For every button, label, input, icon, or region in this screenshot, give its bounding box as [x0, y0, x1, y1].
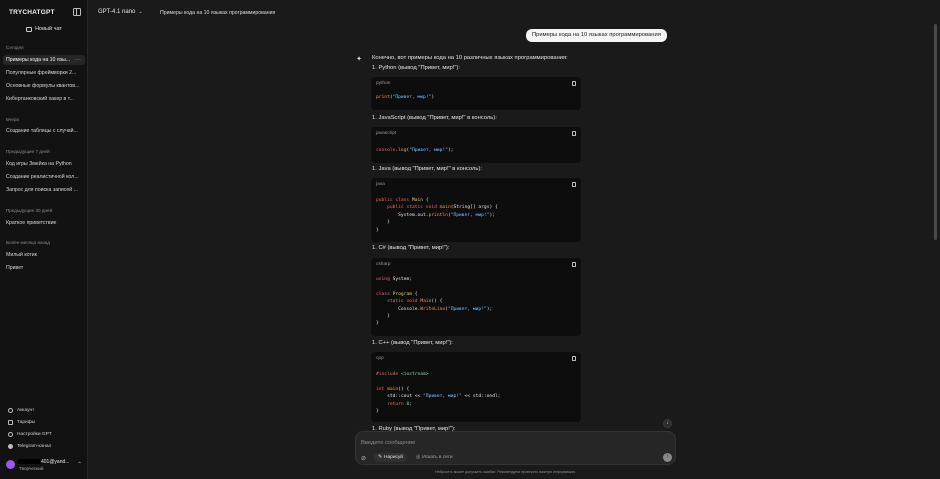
sidebar-item-chat[interactable]: Краткое приветствие: [3, 218, 85, 228]
code-lang-label: java: [371, 178, 581, 191]
sidebar-item-chat[interactable]: Создание реалистичной кол...: [3, 172, 85, 182]
assistant-intro: Конечно, вот примеры кода на 10 различны…: [372, 55, 568, 61]
new-chat-label: Новый чат: [35, 26, 62, 32]
avatar: [6, 460, 15, 469]
model-label: GPT-4.1 nano: [98, 9, 136, 15]
section-title-today: Сегодня: [6, 45, 24, 50]
account-label: Аккаунт: [17, 407, 35, 413]
topbar: GPT-4.1 nano ⌄ Примеры кода на 10 языках …: [88, 0, 940, 26]
code-lang-label: csharp: [371, 258, 581, 271]
sidebar-item-chat[interactable]: Код игры Змейка на Python: [3, 159, 85, 169]
copy-icon[interactable]: [572, 131, 576, 136]
scroll-down-button[interactable]: ↓: [663, 419, 672, 428]
draw-button[interactable]: ✎ Нарисуй: [374, 453, 407, 462]
user-icon: [8, 407, 13, 413]
code-content: console.log("Привет, мир!");: [376, 148, 454, 153]
code-lang-label: python: [371, 77, 581, 90]
sidebar-item-chat[interactable]: Примеры кода на 10 язы... ···: [3, 55, 85, 65]
sidebar: TRYCHATGPT Новый чат Сегодня Примеры код…: [0, 0, 88, 479]
section-heading: 1. C++ (вывод "Привет, мир!"):: [372, 340, 453, 346]
gear-icon: [8, 431, 13, 437]
web-search-button[interactable]: ◎ Искать в сети: [413, 453, 456, 462]
telegram-link[interactable]: Telegram-канал: [8, 442, 51, 450]
message-composer: ⊘ ✎ Нарисуй ◎ Искать в сети ↑: [355, 431, 676, 465]
gpt-settings-link[interactable]: Настройки GPT: [8, 430, 52, 438]
telegram-label: Telegram-канал: [17, 443, 52, 449]
copy-icon[interactable]: [572, 356, 576, 361]
brush-icon: ✎: [378, 455, 383, 460]
section-title-7days: Предыдущие 7 дней: [6, 149, 50, 154]
send-button[interactable]: ↑: [663, 453, 672, 462]
chevron-updown-icon: ⌃: [77, 462, 83, 468]
code-lang-label: cpp: [371, 352, 581, 365]
code-block: cpp #include <iostream> int main() { std…: [371, 352, 581, 422]
code-content: print("Привет, мир!"): [376, 95, 435, 100]
section-heading: 1. Python (вывод "Привет, мир!"):: [372, 65, 461, 71]
code-content: using System; class Program { static voi…: [376, 277, 493, 327]
new-chat-button[interactable]: Новый чат: [6, 23, 82, 35]
sidebar-item-chat[interactable]: Популярные фреймворки 2...: [3, 68, 85, 78]
user-message: Примеры кода на 10 языках программирован…: [526, 29, 667, 42]
card-icon: [8, 419, 13, 425]
chat-title: Примеры кода на 10 языках программирован…: [160, 10, 276, 16]
section-heading: 1. C# (вывод "Привет, мир!"):: [372, 245, 450, 251]
sidebar-item-chat[interactable]: Запрос для поиска записей ...: [3, 185, 85, 195]
web-search-label: Искать в сети: [422, 455, 453, 460]
brand-logo: TRYCHATGPT: [9, 9, 55, 16]
sidebar-item-label: Примеры кода на 10 язы...: [6, 57, 71, 63]
chat-icon: [26, 26, 33, 32]
account-link[interactable]: Аккаунт: [8, 406, 34, 414]
scrollbar[interactable]: [934, 24, 937, 240]
user-plan: Творческий: [19, 466, 44, 471]
user-email: 401@yand...: [18, 459, 69, 465]
code-block: csharp using System; class Program { sta…: [371, 258, 581, 336]
paperclip-icon[interactable]: ⊘: [361, 455, 366, 462]
section-title-30days: Предыдущие 30 дней: [6, 208, 53, 213]
sidebar-item-chat[interactable]: Основные формулы квантов...: [3, 81, 85, 91]
gpt-settings-label: Настройки GPT: [17, 431, 52, 437]
code-content: public class Main { public static void m…: [376, 198, 498, 233]
section-heading: 1. JavaScript (вывод "Привет, мир!" в ко…: [372, 115, 497, 121]
code-content: #include <iostream> int main() { std::co…: [376, 372, 501, 415]
sidebar-item-chat[interactable]: Кибертанковский хакер в т...: [3, 94, 85, 104]
code-lang-label: javascript: [371, 127, 581, 140]
chevron-down-icon: ⌄: [138, 9, 143, 15]
code-block: java public class Main { public static v…: [371, 178, 581, 242]
section-heading: 1. Java (вывод "Привет, мир!" в консоль)…: [372, 166, 482, 172]
more-icon[interactable]: ···: [75, 55, 81, 65]
sidebar-item-chat[interactable]: Создание таблицы с случай...: [3, 126, 85, 136]
tariffs-label: Тарифы: [17, 419, 36, 425]
message-input[interactable]: [361, 438, 661, 447]
user-menu[interactable]: 401@yand... Творческий ⌃: [6, 458, 84, 474]
model-selector[interactable]: GPT-4.1 nano ⌄: [98, 9, 143, 15]
draw-label: Нарисуй: [384, 455, 403, 460]
disclaimer: Нейросеть может допускать ошибки. Рекоме…: [435, 470, 577, 474]
telegram-icon: [8, 443, 13, 449]
section-title-older: Более месяца назад: [6, 240, 50, 245]
copy-icon[interactable]: [572, 262, 576, 267]
tariffs-link[interactable]: Тарифы: [8, 418, 35, 426]
globe-icon: ◎: [416, 455, 421, 460]
sidebar-item-chat[interactable]: Милый котик: [3, 250, 85, 260]
sidebar-item-chat[interactable]: Привет: [3, 263, 85, 273]
code-block: javascript console.log("Привет, мир!");: [371, 127, 581, 163]
section-title-yesterday: Вчера: [6, 117, 19, 122]
sidebar-toggle-icon[interactable]: [73, 8, 81, 16]
copy-icon[interactable]: [572, 81, 576, 86]
assistant-icon: ✦: [356, 56, 362, 63]
copy-icon[interactable]: [572, 182, 576, 187]
code-block: python print("Привет, мир!"): [371, 77, 581, 110]
